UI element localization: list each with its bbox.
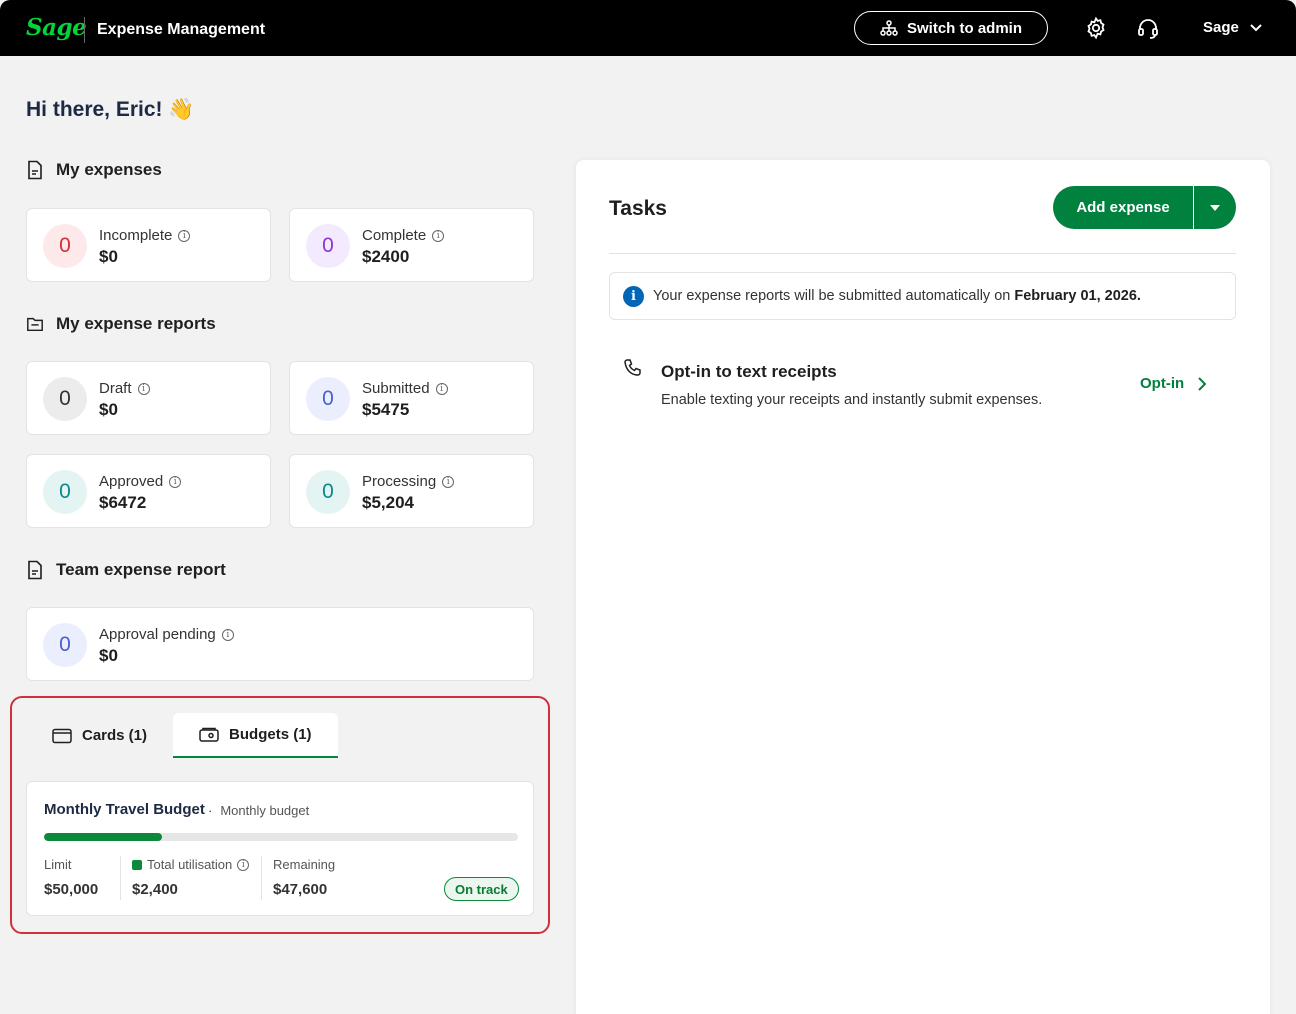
info-icon[interactable]: i: [237, 858, 250, 871]
folder-icon: [27, 317, 43, 332]
sage-logo[interactable]: Sage: [26, 14, 87, 41]
stat-amount: $5475: [362, 400, 410, 419]
opt-in-description: Enable texting your receipts and instant…: [661, 392, 1043, 408]
count-circle: 0: [43, 377, 87, 421]
stat-amount: $5,204: [362, 493, 414, 512]
legend-swatch: [132, 859, 142, 870]
add-expense-button[interactable]: Add expense: [1053, 186, 1193, 229]
stat-label: Processing i: [362, 473, 455, 490]
budget-card[interactable]: Monthly Travel Budget · Monthly budget Li…: [26, 781, 534, 916]
headset-icon[interactable]: [1136, 16, 1160, 40]
team-expense-report-title: Team expense report: [56, 560, 226, 579]
count-circle: 0: [43, 623, 87, 667]
divider: [261, 856, 262, 900]
header-divider: [84, 17, 85, 43]
stat-card-approved[interactable]: 0 Approved i $6472: [26, 454, 271, 528]
stat-label: Approved i: [99, 473, 182, 490]
switch-to-admin-label: Switch to admin: [906, 19, 1022, 37]
greeting: Hi there, Eric! 👋: [26, 98, 195, 121]
stat-card-approval-pending[interactable]: 0 Approval pending i $0: [26, 607, 534, 681]
stat-card-processing[interactable]: 0 Processing i $5,204: [289, 454, 534, 528]
cards-budgets-tabs: Cards (1) Budgets (1): [26, 713, 338, 758]
divider: [120, 856, 121, 900]
info-icon[interactable]: i: [178, 229, 191, 242]
my-expense-reports-title: My expense reports: [56, 314, 216, 333]
tasks-panel: Tasks Add expense i Your expense reports…: [576, 160, 1270, 1014]
stat-amount: $0: [99, 646, 118, 665]
opt-in-link[interactable]: Opt-in: [1140, 375, 1207, 392]
budget-total-utilisation: Total utilisation i $2,400: [132, 857, 250, 898]
stat-amount: $2400: [362, 247, 410, 266]
info-icon[interactable]: i: [435, 382, 448, 395]
my-expenses-heading: My expenses: [26, 160, 162, 180]
count-circle: 0: [43, 224, 87, 268]
stat-card-submitted[interactable]: 0 Submitted i $5475: [289, 361, 534, 435]
tab-budgets[interactable]: Budgets (1): [173, 713, 338, 758]
info-icon[interactable]: i: [442, 475, 455, 488]
tab-cards[interactable]: Cards (1): [26, 713, 173, 758]
budget-name: Monthly Travel Budget: [44, 801, 205, 818]
info-icon[interactable]: i: [221, 628, 234, 641]
count-circle: 0: [306, 377, 350, 421]
notice-text: Your expense reports will be submitted a…: [653, 288, 1015, 304]
status-badge: On track: [444, 877, 519, 901]
opt-in-title: Opt-in to text receipts: [661, 362, 837, 381]
stat-label: Incomplete i: [99, 227, 191, 244]
app-title: Expense Management: [97, 21, 266, 38]
auto-submit-notice: i Your expense reports will be submitted…: [609, 272, 1236, 320]
phone-icon: [624, 359, 641, 376]
notice-date: February 01, 2026.: [1014, 288, 1141, 304]
chevron-right-icon: [1198, 376, 1207, 391]
info-icon[interactable]: i: [169, 475, 182, 488]
stat-amount: $0: [99, 247, 118, 266]
divider: [609, 253, 1236, 254]
budget-progress-bar: [44, 833, 518, 841]
budget-icon: [199, 727, 219, 742]
stat-card-draft[interactable]: 0 Draft i $0: [26, 361, 271, 435]
budget-progress-fill: [44, 833, 162, 841]
add-expense-dropdown-button[interactable]: [1194, 186, 1236, 229]
budget-remaining: Remaining $47,600: [273, 857, 336, 898]
user-menu-label: Sage: [1203, 19, 1239, 36]
top-bar: Sage Expense Management Switch to admin …: [0, 0, 1296, 56]
budget-type: · Monthly budget: [208, 803, 310, 818]
stat-label: Approval pending i: [99, 626, 234, 643]
user-menu[interactable]: Sage: [1203, 19, 1263, 36]
budget-limit: Limit $50,000: [44, 857, 99, 898]
chevron-down-icon: [1250, 23, 1262, 31]
gear-icon[interactable]: [1084, 16, 1108, 40]
info-icon[interactable]: i: [137, 382, 150, 395]
caret-down-icon: [1210, 204, 1220, 211]
count-circle: 0: [43, 470, 87, 514]
stat-label: Draft i: [99, 380, 150, 397]
wallet-icon: [52, 728, 72, 743]
stat-label: Complete i: [362, 227, 445, 244]
my-expenses-title: My expenses: [56, 160, 162, 179]
info-icon[interactable]: i: [432, 229, 445, 242]
info-icon: i: [623, 285, 644, 307]
stat-card-complete[interactable]: 0 Complete i $2400: [289, 208, 534, 282]
org-chart-icon: [880, 20, 898, 36]
tasks-title: Tasks: [609, 197, 667, 220]
document-icon: [28, 160, 42, 180]
my-expense-reports-heading: My expense reports: [26, 314, 216, 334]
document-icon: [28, 560, 42, 580]
stat-card-incomplete[interactable]: 0 Incomplete i $0: [26, 208, 271, 282]
stat-amount: $0: [99, 400, 118, 419]
team-expense-report-heading: Team expense report: [26, 560, 226, 580]
count-circle: 0: [306, 224, 350, 268]
switch-to-admin-button[interactable]: Switch to admin: [854, 11, 1048, 45]
count-circle: 0: [306, 470, 350, 514]
stat-label: Submitted i: [362, 380, 448, 397]
stat-amount: $6472: [99, 493, 147, 512]
